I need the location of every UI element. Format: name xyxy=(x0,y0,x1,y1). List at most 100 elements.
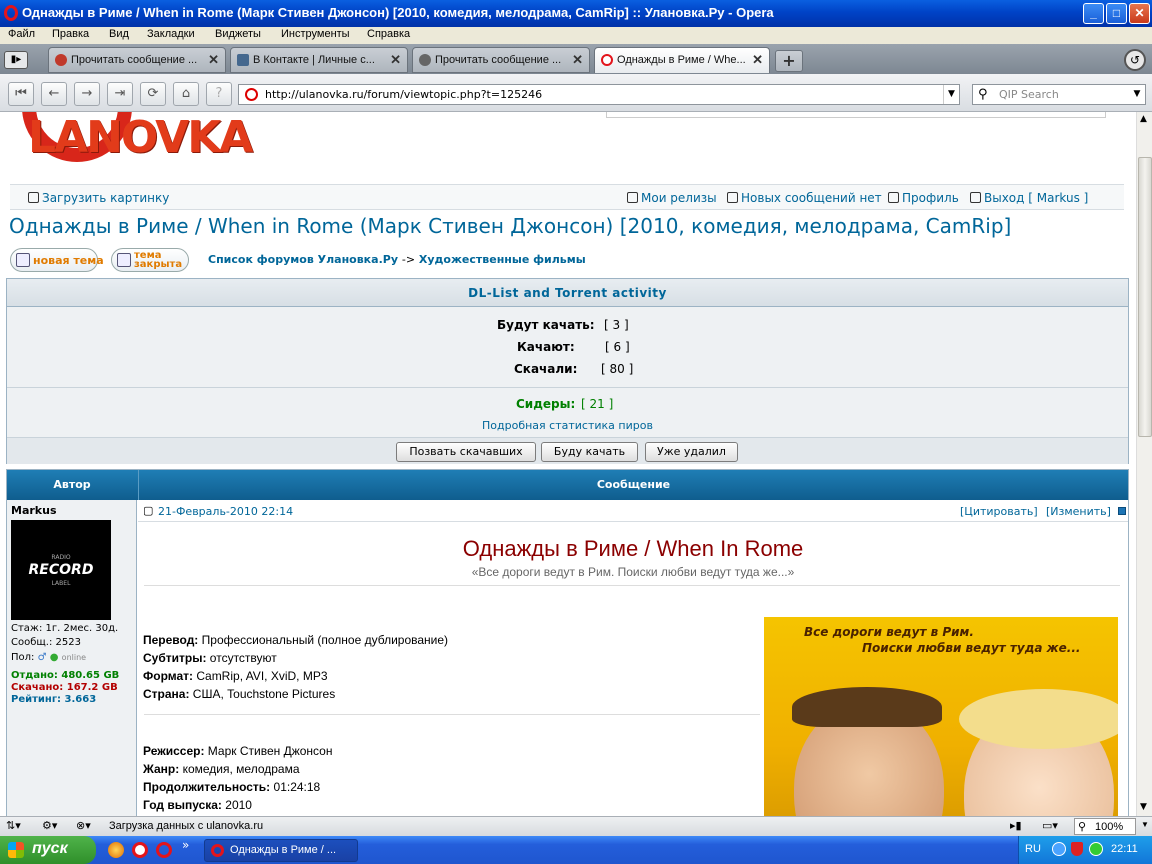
start-button[interactable]: пуск xyxy=(0,836,96,864)
closed-tabs-icon[interactable]: ↺ xyxy=(1124,49,1146,71)
breadcrumb-forums-link[interactable]: Список форумов Улановка.Ру xyxy=(208,253,398,266)
more-quicklaunch-icon[interactable]: » xyxy=(182,838,189,852)
downloading-count[interactable]: [ 6 ] xyxy=(605,340,630,354)
logout-link[interactable]: Выход [ Markus ] xyxy=(970,191,1088,205)
tab-close-icon[interactable]: ✕ xyxy=(572,52,583,68)
new-topic-button[interactable]: новая тема xyxy=(10,248,104,272)
upload-image-link[interactable]: Загрузить картинку xyxy=(28,191,169,205)
turbo-icon[interactable]: ⊗▾ xyxy=(76,819,91,832)
zoom-dropdown-icon[interactable]: ▼ xyxy=(1141,820,1149,829)
peer-stats-link[interactable]: Подробная статистика пиров xyxy=(482,419,653,432)
call-downloaders-button[interactable]: Позвать скачавших xyxy=(396,442,536,462)
icq-icon[interactable] xyxy=(1089,842,1103,856)
fast-forward-button[interactable]: ⇥ xyxy=(107,82,133,106)
my-releases-link[interactable]: Мои релизы xyxy=(627,191,717,205)
site-logo[interactable]: LANOVKA xyxy=(28,112,253,163)
wand-button[interactable]: ? xyxy=(206,82,232,106)
tab-favicon-icon xyxy=(55,54,67,66)
topic-title[interactable]: Однажды в Риме / When in Rome (Марк Стив… xyxy=(9,214,1011,238)
firefox-quicklaunch-icon[interactable] xyxy=(108,842,124,858)
tab-4-active[interactable]: Однажды в Риме / Whe... ✕ xyxy=(594,47,770,73)
home-button[interactable]: ⌂ xyxy=(173,82,199,106)
select-post-icon[interactable] xyxy=(1118,507,1126,515)
topic-closed-button[interactable]: тема закрыта xyxy=(111,248,189,272)
reload-button[interactable]: ⟳ xyxy=(140,82,166,106)
detail-value: комедия, мелодрама xyxy=(179,762,300,776)
language-indicator[interactable]: RU xyxy=(1025,843,1041,855)
opera-quicklaunch-icon-2[interactable] xyxy=(156,842,172,858)
post-heading: Однажды в Риме / When In Rome xyxy=(462,536,804,561)
will-download-button[interactable]: Буду качать xyxy=(541,442,638,462)
quote-link[interactable]: [Цитировать] xyxy=(960,505,1038,518)
tab-1[interactable]: Прочитать сообщение ... ✕ xyxy=(48,47,226,73)
author-name[interactable]: Markus xyxy=(11,504,57,517)
menu-bookmarks[interactable]: Закладки xyxy=(147,28,195,40)
tab-label: Прочитать сообщение ... xyxy=(435,54,562,66)
tab-2[interactable]: В Контакте | Личные с... ✕ xyxy=(230,47,408,73)
scroll-down-icon[interactable]: ▼ xyxy=(1140,802,1147,812)
menu-view[interactable]: Вид xyxy=(109,28,129,40)
breadcrumb-separator: -> xyxy=(401,253,416,266)
seeders-count: [ 21 ] xyxy=(581,397,614,411)
detail-label: Год выпуска: xyxy=(143,798,222,812)
address-bar[interactable]: http://ulanovka.ru/forum/viewtopic.php?t… xyxy=(238,84,960,105)
tray-arrow-icon[interactable] xyxy=(1052,842,1066,856)
breadcrumb-section-link[interactable]: Художественные фильмы xyxy=(419,253,586,266)
tab-close-icon[interactable]: ✕ xyxy=(390,52,401,68)
movie-poster[interactable]: Все дороги ведут в Рим. Поиски любви вед… xyxy=(764,617,1118,816)
will-download-count[interactable]: [ 3 ] xyxy=(604,318,629,332)
opera-quicklaunch-icon[interactable] xyxy=(132,842,148,858)
shield-icon[interactable] xyxy=(1071,842,1083,856)
new-messages-link[interactable]: Новых сообщений нет xyxy=(727,191,882,205)
post-date[interactable]: 21-Февраль-2010 22:14 xyxy=(158,505,293,518)
transfer-icon[interactable]: ⇅▾ xyxy=(6,819,21,832)
tab-3[interactable]: Прочитать сообщение ... ✕ xyxy=(412,47,590,73)
downloaded-count[interactable]: [ 80 ] xyxy=(601,362,633,376)
menu-tools[interactable]: Инструменты xyxy=(281,28,350,40)
profile-label: Профиль xyxy=(902,191,959,205)
menu-widgets[interactable]: Виджеты xyxy=(215,28,261,40)
url-input[interactable]: http://ulanovka.ru/forum/viewtopic.php?t… xyxy=(265,88,542,101)
back-button[interactable]: ← xyxy=(41,82,67,106)
view-icon[interactable]: ▸▮ xyxy=(1010,819,1022,832)
search-input[interactable]: QIP Search xyxy=(999,88,1059,101)
panel-toggle-icon[interactable]: ▮▸ xyxy=(4,51,28,69)
menu-file[interactable]: Файл xyxy=(8,28,35,40)
downloading-label: Качают: xyxy=(517,340,575,354)
window-title: Однажды в Риме / When in Rome (Марк Стив… xyxy=(22,5,774,20)
scroll-up-icon[interactable]: ▲ xyxy=(1140,114,1147,124)
menu-edit[interactable]: Правка xyxy=(52,28,89,40)
detail-value: 2010 xyxy=(221,798,252,812)
detail-label: Перевод: xyxy=(143,633,199,647)
new-tab-button[interactable]: + xyxy=(775,50,803,72)
widgets-icon[interactable]: ⚙▾ xyxy=(42,819,57,832)
detail-country: Страна: США, Touchstone Pictures xyxy=(143,687,335,701)
search-field[interactable]: ⚲ QIP Search ▼ xyxy=(972,84,1146,105)
zoom-control[interactable]: ⚲ 100% xyxy=(1074,818,1136,835)
panel-icon[interactable]: ▭▾ xyxy=(1042,819,1058,832)
profile-link[interactable]: Профиль xyxy=(888,191,959,205)
scrollbar-thumb[interactable] xyxy=(1138,157,1152,437)
vertical-scrollbar[interactable]: ▲ ▼ xyxy=(1136,112,1152,816)
detail-subtitles: Субтитры: отсутствуют xyxy=(143,651,277,665)
rewind-button[interactable]: ⏮ xyxy=(8,82,34,106)
tab-close-icon[interactable]: ✕ xyxy=(208,52,219,68)
minimize-button[interactable]: _ xyxy=(1083,3,1104,24)
maximize-button[interactable]: □ xyxy=(1106,3,1127,24)
post-meta-row: ▢ 21-Февраль-2010 22:14 [Цитировать] [Из… xyxy=(138,500,1128,522)
search-dropdown-icon[interactable]: ▼ xyxy=(1129,85,1145,104)
clock[interactable]: 22:11 xyxy=(1111,843,1138,855)
taskbar-task-label: Однажды в Риме / ... xyxy=(230,844,337,856)
message-panel: ▢ 21-Февраль-2010 22:14 [Цитировать] [Из… xyxy=(138,500,1128,816)
post-header-row: Автор Сообщение xyxy=(7,470,1128,500)
new-topic-icon xyxy=(16,253,30,267)
taskbar-opera-window[interactable]: Однажды в Риме / ... xyxy=(204,839,358,862)
tab-close-icon[interactable]: ✕ xyxy=(752,52,763,68)
logout-icon xyxy=(970,192,981,203)
already-deleted-button[interactable]: Уже удалил xyxy=(645,442,738,462)
address-dropdown-icon[interactable]: ▼ xyxy=(943,85,959,104)
close-button[interactable]: ✕ xyxy=(1129,3,1150,24)
forward-button[interactable]: → xyxy=(74,82,100,106)
menu-help[interactable]: Справка xyxy=(367,28,410,40)
edit-link[interactable]: [Изменить] xyxy=(1046,505,1111,518)
